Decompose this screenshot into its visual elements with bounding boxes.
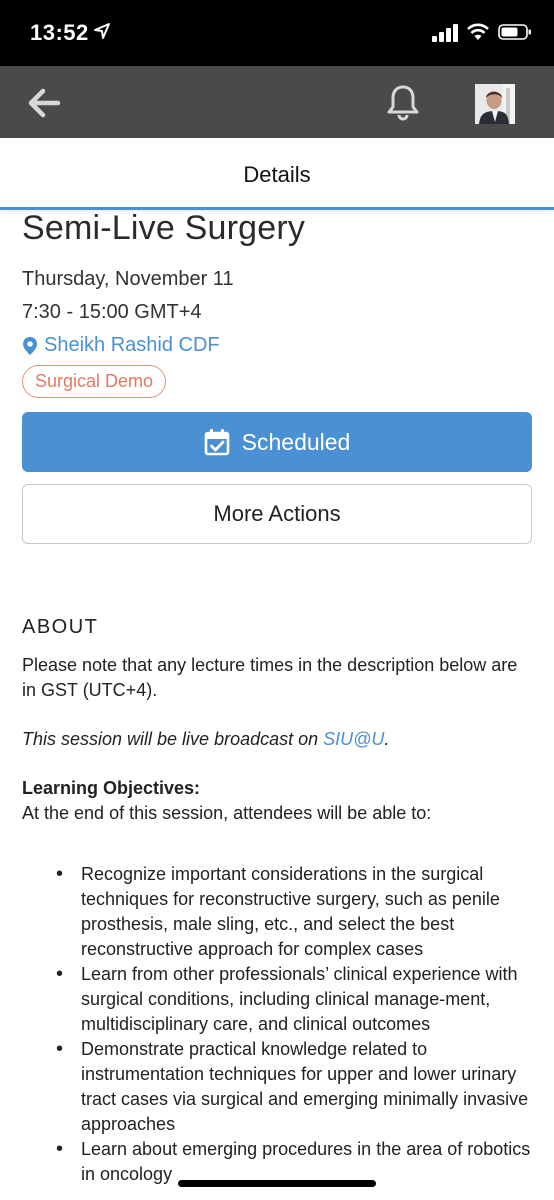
calendar-check-icon — [204, 429, 229, 456]
session-type-badge: Surgical Demo — [22, 365, 167, 398]
event-time: 7:30 - 15:00 GMT+4 — [22, 301, 202, 323]
details-header: Details — [0, 138, 554, 210]
more-actions-button[interactable]: More Actions — [22, 484, 532, 544]
back-arrow-icon[interactable] — [26, 85, 62, 121]
broadcast-suffix: . — [384, 729, 390, 749]
status-bar: 13:52 — [0, 0, 554, 66]
about-section: ABOUT Please note that any lecture times… — [22, 616, 534, 1187]
page-title: Details — [243, 162, 311, 187]
broadcast-note: This session will be live broadcast on S… — [22, 727, 534, 752]
objective-item: Learn from other professionals’ clinical… — [22, 962, 534, 1037]
objectives-list: Recognize important considerations in th… — [22, 862, 534, 1187]
wifi-icon — [467, 23, 489, 40]
avatar-photo-icon — [475, 84, 515, 124]
objective-item: Recognize important considerations in th… — [22, 862, 534, 962]
about-note: Please note that any lecture times in th… — [22, 655, 518, 700]
scheduled-button[interactable]: Scheduled — [22, 412, 532, 472]
objective-item: Demonstrate practical knowledge related … — [22, 1037, 534, 1137]
location-arrow-icon — [94, 23, 110, 39]
broadcast-prefix: This session will be live broadcast on — [22, 729, 324, 749]
event-date: Thursday, November 11 — [22, 268, 234, 290]
cellular-signal-icon — [432, 24, 458, 42]
scheduled-button-label: Scheduled — [241, 428, 351, 455]
map-pin-icon — [23, 336, 37, 355]
event-location-link[interactable]: Sheikh Rashid CDF — [22, 334, 534, 357]
objectives-heading: Learning Objectives: — [22, 778, 201, 798]
bell-icon[interactable] — [385, 83, 421, 123]
more-actions-label: More Actions — [213, 501, 341, 526]
event-title: Semi-Live Surgery — [22, 209, 306, 247]
objectives-intro: At the end of this session, attendees wi… — [22, 803, 432, 823]
home-indicator[interactable] — [178, 1180, 376, 1187]
nav-bar — [0, 66, 554, 138]
user-avatar[interactable] — [475, 84, 515, 124]
about-heading: ABOUT — [22, 616, 99, 638]
siu-link[interactable]: SIU@U — [323, 729, 384, 749]
battery-icon — [498, 24, 531, 40]
event-info: Semi-Live Surgery Thursday, November 11 … — [22, 205, 534, 398]
event-location-label: Sheikh Rashid CDF — [44, 334, 220, 356]
status-time: 13:52 — [30, 20, 89, 45]
